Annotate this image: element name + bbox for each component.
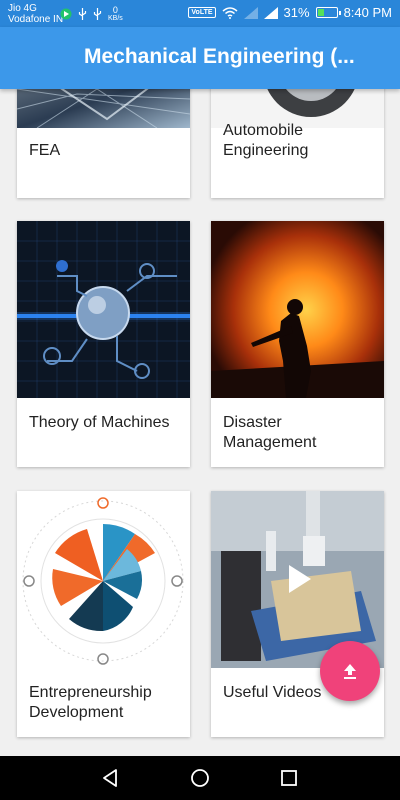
card-title-line: Automobile <box>223 122 304 139</box>
card-title-line: Useful Videos <box>223 684 322 701</box>
recents-button[interactable] <box>275 764 303 792</box>
machine-schematic-image <box>17 221 190 398</box>
data-speed-unit: KB/s <box>108 15 123 22</box>
card-disaster-management[interactable]: Disaster Management <box>211 221 384 467</box>
card-title-line: Entrepreneurship <box>29 684 152 701</box>
card-title: FEA <box>29 141 60 161</box>
fea-mesh-image <box>17 89 190 128</box>
card-automobile-engineering[interactable]: Automobile Engineering <box>211 89 384 198</box>
card-title: Disaster Management <box>223 413 316 453</box>
fire-firefighter-image <box>211 221 384 398</box>
carrier-2: Vodafone IN <box>8 14 64 25</box>
back-button[interactable] <box>97 764 125 792</box>
upload-fab-button[interactable] <box>320 641 380 701</box>
back-icon <box>103 769 117 787</box>
data-speed-value: 0 <box>112 5 118 15</box>
status-bar: Jio 4G Vodafone IN 0 KB/s VoLTE 31% 8:40… <box>0 0 400 27</box>
carrier-info: Jio 4G Vodafone IN <box>8 3 63 25</box>
volte-badge: VoLTE <box>188 7 216 18</box>
signal-weak-icon <box>243 6 258 19</box>
card-title-line: Development <box>29 704 124 721</box>
card-title: Useful Videos <box>223 683 321 703</box>
card-title-line: FEA <box>29 142 61 159</box>
wifi-icon <box>222 6 238 19</box>
card-theory-of-machines[interactable]: Theory of Machines <box>17 221 190 467</box>
home-icon <box>191 769 209 787</box>
battery-percent: 31% <box>283 5 310 20</box>
data-speed: 0 KB/s <box>108 5 123 23</box>
page-title: Mechanical Engineering (... <box>84 45 355 68</box>
card-title: Theory of Machines <box>29 413 170 433</box>
upload-icon <box>344 664 356 679</box>
carrier-1: Jio 4G <box>8 3 37 14</box>
system-nav-bar <box>0 756 400 800</box>
card-fea[interactable]: FEA <box>17 89 190 198</box>
notification-icons: 0 KB/s <box>60 6 123 22</box>
card-title-line: Engineering <box>223 142 309 159</box>
card-useful-videos[interactable]: Useful Videos <box>211 491 384 737</box>
usb-icon <box>93 8 102 20</box>
recents-icon <box>281 770 297 786</box>
card-title-line: Disaster <box>223 414 282 431</box>
app-bar: Mechanical Engineering (... <box>0 27 400 89</box>
radial-chart-image <box>17 491 190 668</box>
card-title: Entrepreneurship Development <box>29 683 152 723</box>
card-entrepreneurship-development[interactable]: Entrepreneurship Development <box>17 491 190 737</box>
battery-icon <box>315 7 341 18</box>
system-icons: VoLTE 31% 8:40 PM <box>188 5 392 20</box>
clock: 8:40 PM <box>343 5 392 20</box>
card-title-line: Theory of Machines <box>29 414 170 431</box>
home-button[interactable] <box>186 764 214 792</box>
app-notification-icon <box>60 8 72 20</box>
card-title: Automobile Engineering <box>223 121 308 161</box>
signal-strong-icon <box>263 6 278 19</box>
usb-icon <box>78 8 87 20</box>
card-title-line: Management <box>223 434 317 451</box>
